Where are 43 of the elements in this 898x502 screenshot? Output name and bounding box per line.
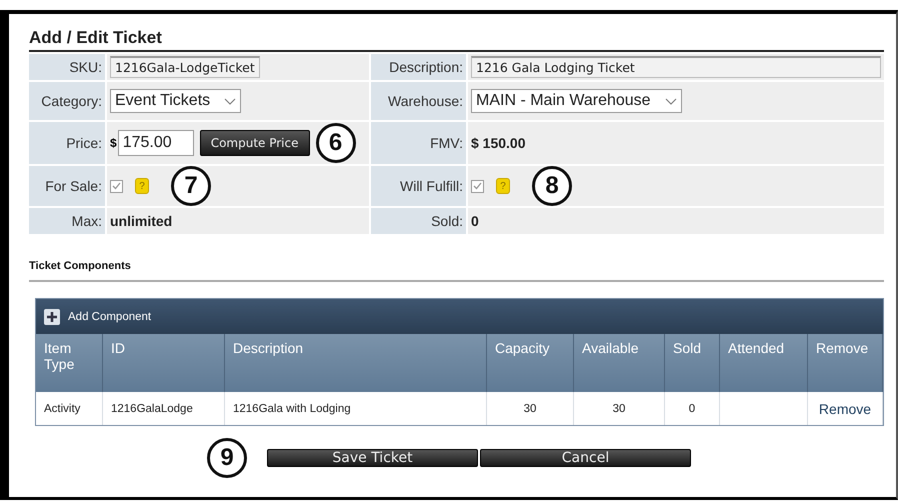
- field-value: unlimited: [110, 213, 172, 229]
- currency-symbol: $: [110, 136, 117, 150]
- field-label: Warehouse:: [371, 82, 466, 120]
- column-header: Available: [574, 334, 665, 392]
- field-label: For Sale:: [29, 166, 105, 206]
- column-header: ID: [103, 334, 225, 392]
- column-header: Sold: [665, 334, 720, 392]
- callout-number: 6: [316, 123, 356, 163]
- save-button[interactable]: Save Ticket: [267, 449, 478, 467]
- dropdown[interactable]: MAIN - Main Warehouse: [471, 89, 682, 113]
- field-label: FMV:: [371, 122, 466, 164]
- remove-link[interactable]: Remove: [818, 400, 872, 416]
- dropdown[interactable]: Event Tickets: [110, 89, 242, 113]
- field-label: Category:: [29, 82, 105, 120]
- page-title: Add / Edit Ticket: [29, 28, 884, 52]
- callout-number: 8: [532, 166, 572, 206]
- price-field[interactable]: 175.00: [118, 130, 194, 156]
- add-component-button[interactable]: Add Component: [44, 308, 152, 324]
- field-label: Sold:: [371, 208, 466, 234]
- field-label: SKU:: [29, 54, 105, 80]
- callout-number: 9: [207, 438, 247, 478]
- column-header: Capacity: [487, 334, 574, 392]
- section-heading: Ticket Components: [29, 260, 884, 282]
- field-label: Description:: [371, 54, 466, 80]
- chevron-down-icon: [224, 98, 236, 104]
- column-header: Attended: [720, 334, 808, 392]
- callout-number: 7: [171, 166, 211, 206]
- column-header: Item Type: [36, 334, 103, 392]
- text-field[interactable]: 1216Gala-LodgeTicket: [110, 56, 260, 78]
- field-label: Will Fulfill:: [371, 166, 466, 206]
- column-header: Description: [225, 334, 487, 392]
- field-label: Price:: [29, 122, 105, 164]
- chevron-down-icon: [664, 98, 677, 104]
- plus-icon: [44, 308, 60, 324]
- field-label: Max:: [29, 208, 105, 234]
- compute-price-button[interactable]: Compute Price: [200, 130, 310, 156]
- text-field[interactable]: 1216 Gala Lodging Ticket: [471, 56, 881, 78]
- checkbox[interactable]: [110, 180, 123, 192]
- checkbox[interactable]: [471, 180, 484, 192]
- cancel-button[interactable]: Cancel: [480, 449, 691, 467]
- field-value: 0: [471, 213, 479, 229]
- column-header: Remove: [808, 334, 883, 392]
- field-value: $ 150.00: [471, 135, 526, 151]
